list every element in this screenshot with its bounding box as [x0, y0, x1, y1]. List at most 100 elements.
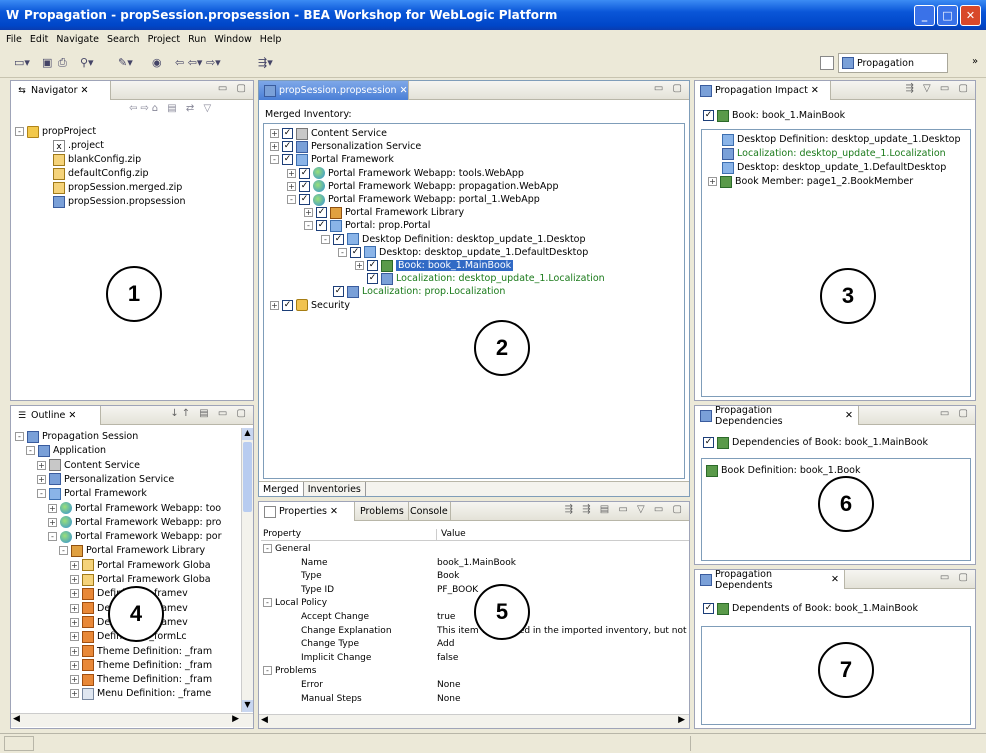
more-perspectives-icon[interactable]: »: [972, 56, 978, 67]
properties-toolbar-icons[interactable]: ⇶ ⇶ ▤ ▭ ▽ ▭ ▢: [565, 504, 685, 515]
print-icon[interactable]: ⎙: [58, 55, 67, 71]
tab-properties[interactable]: Properties ✕: [259, 502, 355, 521]
collapse-icon[interactable]: -: [270, 155, 279, 165]
tree-item[interactable]: + ✓ Personalization Service: [270, 140, 421, 153]
expand-icon[interactable]: +: [708, 177, 717, 186]
minimize-button[interactable]: _: [914, 5, 935, 26]
checkbox-icon[interactable]: ✓: [316, 207, 327, 219]
perspective-switcher[interactable]: Propagation: [838, 53, 948, 73]
col-value[interactable]: Value: [437, 529, 466, 540]
scroll-right-icon[interactable]: ▶: [678, 715, 685, 725]
collapse-icon[interactable]: -: [321, 234, 330, 244]
tree-item[interactable]: ✓ Localization: desktop_update_1.Localiza…: [355, 272, 605, 285]
tree-item[interactable]: + ✓ Security: [270, 299, 350, 312]
checkbox-icon[interactable]: ✓: [367, 260, 378, 271]
outline-item[interactable]: - Application: [26, 444, 106, 457]
collapse-icon[interactable]: -: [263, 598, 272, 608]
checkbox-icon[interactable]: ✓: [299, 194, 310, 205]
checkbox-icon[interactable]: ✓: [282, 128, 293, 139]
nav-item[interactable]: - propProject: [15, 125, 96, 138]
list-item[interactable]: Book Definition: book_1.Book: [706, 464, 861, 477]
expand-icon[interactable]: +: [270, 129, 279, 138]
expand-icon[interactable]: +: [70, 689, 79, 699]
tree-item[interactable]: ✓ Localization: prop.Localization: [321, 285, 505, 298]
outline-item[interactable]: - Portal Framework Webapp: por: [48, 530, 222, 543]
view-minmax-icon[interactable]: ▭ ▢: [218, 83, 249, 94]
expand-icon[interactable]: +: [70, 589, 79, 599]
menu-window[interactable]: Window: [214, 34, 251, 45]
checkbox-icon[interactable]: ✓: [703, 437, 714, 448]
property-row[interactable]: Implicit Change false: [261, 652, 689, 664]
expand-icon[interactable]: -: [59, 546, 68, 556]
maximize-button[interactable]: □: [937, 5, 958, 26]
checkbox-icon[interactable]: ✓: [282, 154, 293, 166]
open-perspective-icon[interactable]: [820, 56, 834, 70]
outline-item[interactable]: - Propagation Session: [15, 430, 138, 443]
expand-icon[interactable]: +: [287, 168, 296, 178]
property-row[interactable]: Type ID PF_BOOK: [261, 584, 689, 596]
back-forward-icon[interactable]: ⇦ ⇦▾ ⇨▾: [175, 55, 221, 71]
outline-item[interactable]: + Portal Framework Webapp: too: [48, 502, 221, 515]
property-row[interactable]: Name book_1.MainBook: [261, 557, 689, 569]
tab-propsession[interactable]: propSession.propsession ✕: [259, 81, 409, 100]
view-minmax-icon[interactable]: ▭ ▢: [654, 83, 685, 94]
navigator-toolbar[interactable]: ⇦⇨⌂ ▤ ⇄ ▽: [129, 103, 214, 114]
list-item[interactable]: Desktop Definition: desktop_update_1.Des…: [722, 133, 961, 146]
checkbox-icon[interactable]: ✓: [703, 110, 714, 121]
outline-toolbar-icons[interactable]: ↓↑ ▤ ▭ ▢: [170, 408, 249, 419]
propagate-icon[interactable]: ⇶▾: [258, 55, 273, 71]
expand-icon[interactable]: +: [70, 603, 79, 613]
scroll-thumb[interactable]: [243, 442, 252, 512]
list-item[interactable]: + Book Member: page1_2.BookMember: [708, 175, 913, 188]
tab-merged[interactable]: Merged: [259, 482, 304, 496]
checkbox-icon[interactable]: ✓: [299, 180, 310, 192]
nav-item[interactable]: defaultConfig.zip: [53, 167, 149, 180]
expand-icon[interactable]: +: [355, 261, 364, 270]
property-row[interactable]: Error None: [261, 679, 689, 691]
nav-item[interactable]: x .project: [53, 139, 104, 152]
tab-propagation-dependencies[interactable]: Propagation Dependencies ✕: [695, 406, 859, 427]
outline-item[interactable]: + Theme Definition: _fram: [70, 659, 212, 672]
expand-icon[interactable]: +: [70, 560, 79, 570]
menu-file[interactable]: File: [6, 34, 22, 45]
expand-icon[interactable]: -: [48, 532, 57, 542]
tab-problems[interactable]: Problems: [355, 502, 409, 521]
close-button[interactable]: ✕: [960, 5, 981, 26]
outline-item[interactable]: + Menu Definition: _frame: [70, 687, 211, 700]
save-icon[interactable]: ▣: [42, 55, 52, 71]
globe-icon[interactable]: ◉: [152, 55, 162, 71]
view-minmax-icon[interactable]: ▭ ▢: [940, 408, 971, 419]
scroll-down-icon[interactable]: ▼: [242, 700, 253, 712]
expand-icon[interactable]: -: [15, 432, 24, 441]
tab-navigator[interactable]: ⇆ Navigator ✕: [11, 81, 111, 100]
tree-item[interactable]: + ✓ Content Service: [270, 127, 387, 140]
tree-item[interactable]: + ✓ Book: book_1.MainBook: [355, 259, 514, 272]
expand-icon[interactable]: +: [287, 181, 296, 191]
tab-inventories[interactable]: Inventories: [304, 482, 366, 496]
nav-item[interactable]: blankConfig.zip: [53, 153, 141, 166]
view-minmax-icon[interactable]: ▭ ▢: [940, 572, 971, 583]
outline-vertical-scrollbar[interactable]: ▲ ▼: [241, 428, 253, 712]
outline-item[interactable]: + Personalization Service: [37, 473, 174, 486]
tab-propagation-dependents[interactable]: Propagation Dependents ✕: [695, 570, 845, 591]
outline-horizontal-scrollbar[interactable]: ◀ ▶: [11, 713, 253, 727]
tree-item[interactable]: - ✓ Portal Framework: [270, 153, 394, 166]
properties-horizontal-scrollbar[interactable]: ◀ ▶: [259, 714, 689, 728]
col-property[interactable]: Property: [261, 529, 437, 540]
expand-icon[interactable]: +: [37, 474, 46, 484]
tree-item[interactable]: - ✓ Desktop: desktop_update_1.DefaultDeskt…: [338, 246, 588, 259]
expand-icon[interactable]: -: [26, 446, 35, 456]
property-row[interactable]: Manual Steps None: [261, 693, 689, 705]
expand-icon[interactable]: +: [270, 142, 279, 152]
tab-console[interactable]: Console: [405, 502, 451, 521]
outline-item[interactable]: + Content Service: [37, 459, 140, 472]
outline-item[interactable]: + Portal Framework Globa: [70, 573, 211, 586]
tab-propagation-impact[interactable]: Propagation Impact ✕: [695, 81, 831, 100]
expand-icon[interactable]: +: [70, 617, 79, 627]
menu-edit[interactable]: Edit: [30, 34, 48, 45]
menu-search[interactable]: Search: [107, 34, 140, 45]
outline-item[interactable]: + Portal Framework Webapp: pro: [48, 516, 221, 529]
property-row[interactable]: Type Book: [261, 570, 689, 582]
outline-item[interactable]: - Portal Framework Library: [59, 544, 205, 557]
property-row[interactable]: Change Type Add: [261, 638, 689, 650]
